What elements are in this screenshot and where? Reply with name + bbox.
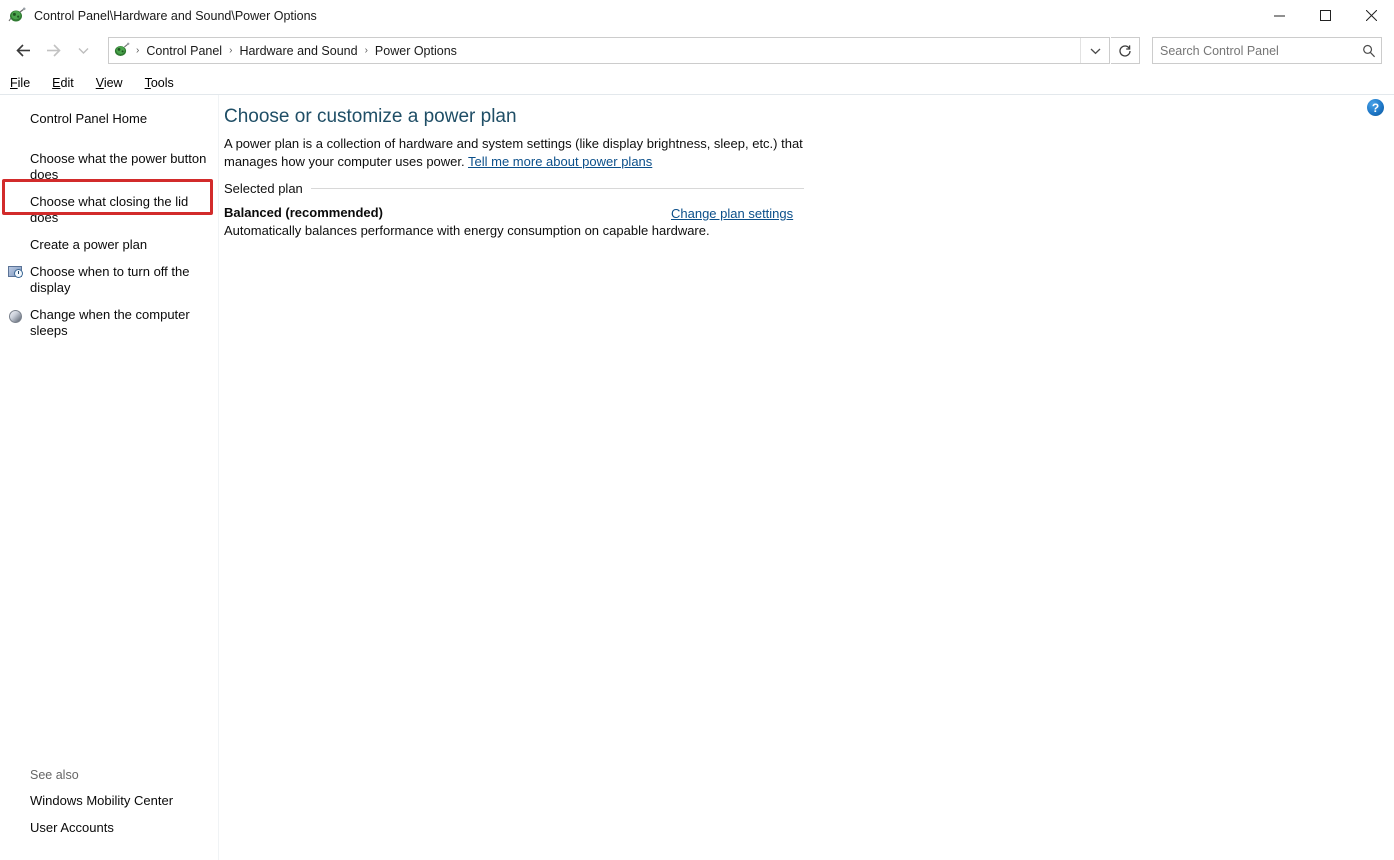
group-header-label: Selected plan	[224, 181, 311, 196]
search-input[interactable]	[1153, 43, 1357, 59]
control-panel-icon	[113, 42, 130, 59]
menu-item-tools[interactable]: Tools	[144, 75, 183, 91]
see-also-item-windows-mobility-center[interactable]: Windows Mobility Center	[0, 790, 219, 812]
sidebar-item-label: Create a power plan	[30, 237, 147, 252]
menu-item-edit[interactable]: Edit	[51, 75, 83, 91]
breadcrumb-separator: ›	[132, 45, 143, 56]
menu-accel: F	[10, 76, 18, 90]
menu-label: ile	[18, 76, 31, 90]
control-panel-icon	[8, 7, 26, 25]
plan-description: Automatically balances performance with …	[224, 223, 710, 238]
plan-name: Balanced (recommended)	[224, 205, 383, 220]
main-pane: ? Choose or customize a power plan A pow…	[220, 95, 1394, 860]
sidebar-item-turn-off-display[interactable]: Choose when to turn off the display	[0, 261, 218, 299]
change-plan-settings-link[interactable]: Change plan settings	[671, 206, 793, 221]
menu-label: dit	[61, 76, 74, 90]
address-bar[interactable]: › Control Panel › Hardware and Sound › P…	[108, 37, 1110, 64]
sidebar-item-label: Choose what the power button does	[30, 151, 206, 182]
sidebar: Control Panel Home Choose what the power…	[0, 95, 219, 860]
back-icon[interactable]	[10, 37, 36, 63]
close-button[interactable]	[1348, 0, 1394, 31]
minimize-button[interactable]	[1256, 0, 1302, 31]
breadcrumb-separator: ›	[361, 45, 372, 56]
sleep-icon	[8, 308, 24, 324]
search-box[interactable]	[1152, 37, 1382, 64]
see-also-title: See also	[0, 768, 219, 782]
help-icon[interactable]: ?	[1367, 99, 1384, 116]
power-plans-help-link[interactable]: Tell me more about power plans	[468, 154, 652, 169]
refresh-icon[interactable]	[1111, 37, 1140, 64]
window-title: Control Panel\Hardware and Sound\Power O…	[34, 9, 317, 23]
forward-icon[interactable]	[40, 37, 66, 63]
search-icon[interactable]	[1357, 38, 1381, 63]
sidebar-item-create-power-plan[interactable]: Create a power plan	[0, 234, 218, 256]
breadcrumb-item-power-options[interactable]: Power Options	[372, 44, 460, 58]
sidebar-item-label: Control Panel Home	[30, 111, 147, 126]
see-also-label: Windows Mobility Center	[30, 793, 173, 808]
breadcrumb-item-hardware-and-sound[interactable]: Hardware and Sound	[236, 44, 360, 58]
menu-label: iew	[104, 76, 123, 90]
menu-accel: V	[96, 76, 104, 90]
maximize-button[interactable]	[1302, 0, 1348, 31]
breadcrumb-separator: ›	[225, 45, 236, 56]
page-title: Choose or customize a power plan	[224, 106, 517, 128]
menu-label: ools	[151, 76, 174, 90]
sidebar-item-power-button[interactable]: Choose what the power button does	[0, 148, 218, 186]
group-header-divider	[311, 188, 804, 189]
title-bar: Control Panel\Hardware and Sound\Power O…	[0, 0, 1394, 31]
see-also-section: See also Windows Mobility Center User Ac…	[0, 768, 219, 844]
recent-locations-icon[interactable]	[70, 37, 96, 63]
menu-bar: File Edit View Tools	[0, 72, 1394, 94]
menu-item-view[interactable]: View	[95, 75, 132, 91]
content-area: Control Panel Home Choose what the power…	[0, 94, 1394, 860]
page-description: A power plan is a collection of hardware…	[224, 135, 809, 171]
chevron-down-icon[interactable]	[1080, 38, 1109, 63]
selected-plan-group-header: Selected plan	[224, 181, 804, 196]
sidebar-item-label: Choose when to turn off the display	[30, 264, 189, 295]
see-also-item-user-accounts[interactable]: User Accounts	[0, 817, 219, 839]
window-controls	[1256, 0, 1394, 31]
sidebar-item-computer-sleeps[interactable]: Change when the computer sleeps	[0, 304, 218, 342]
sidebar-item-label: Choose what closing the lid does	[30, 194, 188, 225]
sidebar-item-closing-lid[interactable]: Choose what closing the lid does	[0, 191, 218, 229]
sidebar-item-label: Change when the computer sleeps	[30, 307, 190, 338]
display-icon	[8, 265, 24, 281]
see-also-label: User Accounts	[30, 820, 114, 835]
sidebar-item-control-panel-home[interactable]: Control Panel Home	[0, 108, 218, 130]
menu-item-file[interactable]: File	[9, 75, 39, 91]
breadcrumb-item-control-panel[interactable]: Control Panel	[143, 44, 225, 58]
menu-accel: E	[52, 76, 60, 90]
